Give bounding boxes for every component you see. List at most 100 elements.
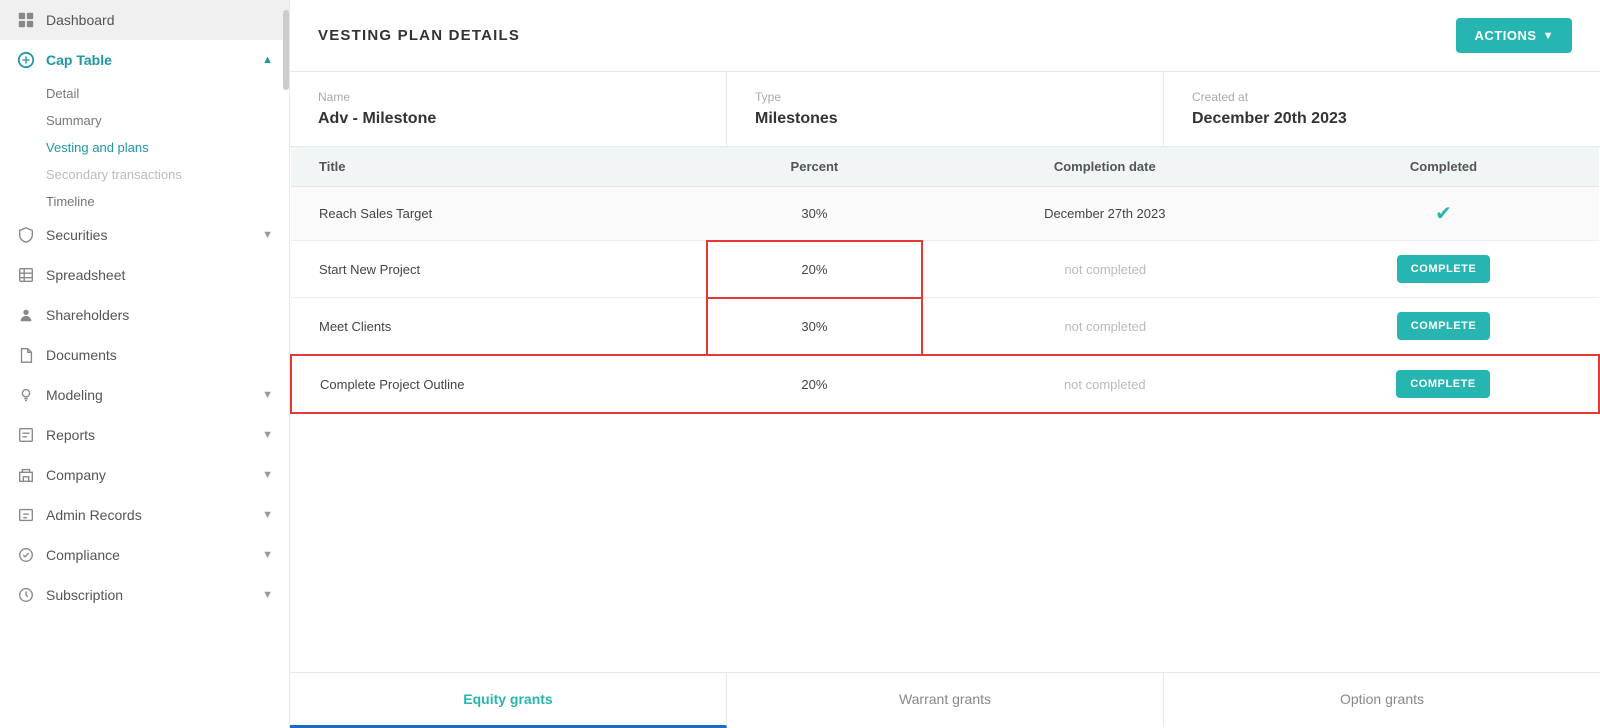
row-percent: 30%: [707, 187, 921, 241]
chevron-down-icon: ▼: [262, 469, 273, 481]
building-icon: [16, 465, 36, 485]
milestones-table: Title Percent Completion date Completed …: [290, 147, 1600, 414]
sidebar-item-securities[interactable]: Securities ▼: [0, 215, 289, 255]
tab-warrant-grants[interactable]: Warrant grants: [727, 673, 1164, 728]
sidebar: Dashboard Cap Table ▲ Detail Summary Ves…: [0, 0, 290, 728]
complete-button[interactable]: COMPLETE: [1396, 370, 1490, 398]
col-percent: Percent: [707, 147, 921, 187]
grid-icon: [16, 10, 36, 30]
row-completed: COMPLETE: [1288, 355, 1599, 413]
check-icon: ✔: [1435, 203, 1452, 225]
sidebar-item-documents[interactable]: Documents: [0, 335, 289, 375]
row-completion: not completed: [922, 298, 1289, 356]
person-icon: [16, 305, 36, 325]
row-percent: 20%: [707, 355, 921, 413]
chevron-down-icon: ▼: [262, 389, 273, 401]
info-type-label: Type: [755, 90, 1135, 104]
actions-label: ACTIONS: [1474, 28, 1536, 43]
shield-icon: [16, 225, 36, 245]
sheet-icon: [16, 265, 36, 285]
col-title: Title: [291, 147, 707, 187]
sidebar-item-label: Securities: [46, 227, 252, 243]
row-completion: not completed: [922, 241, 1289, 298]
table-row: Complete Project Outline 20% not complet…: [291, 355, 1599, 413]
subscription-icon: [16, 585, 36, 605]
row-completed: ✔: [1288, 187, 1599, 241]
sidebar-sub-menu: Detail Summary Vesting and plans Seconda…: [0, 80, 289, 215]
col-completed: Completed: [1288, 147, 1599, 187]
sidebar-item-company[interactable]: Company ▼: [0, 455, 289, 495]
main-content: VESTING PLAN DETAILS ACTIONS ▼ Name Adv …: [290, 0, 1600, 728]
page-header: VESTING PLAN DETAILS ACTIONS ▼: [290, 0, 1600, 72]
row-completed: COMPLETE: [1288, 241, 1599, 298]
report-icon: [16, 425, 36, 445]
sidebar-item-label: Dashboard: [46, 12, 273, 28]
info-created-label: Created at: [1192, 90, 1572, 104]
doc-icon: [16, 345, 36, 365]
admin-icon: [16, 505, 36, 525]
row-title: Meet Clients: [291, 298, 707, 356]
dropdown-arrow-icon: ▼: [1543, 30, 1554, 42]
info-type-value: Milestones: [755, 110, 1135, 128]
sidebar-item-label: Shareholders: [46, 307, 273, 323]
sidebar-item-label: Modeling: [46, 387, 252, 403]
bulb-icon: [16, 385, 36, 405]
row-title: Start New Project: [291, 241, 707, 298]
bottom-tabs: Equity grants Warrant grants Option gran…: [290, 672, 1600, 728]
chevron-down-icon: ▼: [262, 229, 273, 241]
table-row: Start New Project 20% not completed COMP…: [291, 241, 1599, 298]
tab-equity-grants[interactable]: Equity grants: [290, 673, 727, 728]
sidebar-item-dashboard[interactable]: Dashboard: [0, 0, 289, 40]
sidebar-item-label: Admin Records: [46, 507, 252, 523]
info-created: Created at December 20th 2023: [1164, 72, 1600, 146]
sidebar-sub-timeline[interactable]: Timeline: [46, 188, 289, 215]
table-area: Title Percent Completion date Completed …: [290, 147, 1600, 672]
sidebar-sub-vesting[interactable]: Vesting and plans: [46, 134, 289, 161]
info-name-label: Name: [318, 90, 698, 104]
sidebar-item-spreadsheet[interactable]: Spreadsheet: [0, 255, 289, 295]
complete-button[interactable]: COMPLETE: [1397, 255, 1491, 283]
row-title: Complete Project Outline: [291, 355, 707, 413]
info-created-value: December 20th 2023: [1192, 110, 1572, 128]
sidebar-item-label: Compliance: [46, 547, 252, 563]
sidebar-item-modeling[interactable]: Modeling ▼: [0, 375, 289, 415]
table-row: Meet Clients 30% not completed COMPLETE: [291, 298, 1599, 356]
table-icon: [16, 50, 36, 70]
page-title: VESTING PLAN DETAILS: [318, 27, 520, 44]
sidebar-item-label: Subscription: [46, 587, 252, 603]
row-completion: not completed: [922, 355, 1289, 413]
sidebar-item-shareholders[interactable]: Shareholders: [0, 295, 289, 335]
sidebar-item-label: Documents: [46, 347, 273, 363]
sidebar-item-admin-records[interactable]: Admin Records ▼: [0, 495, 289, 535]
actions-button[interactable]: ACTIONS ▼: [1456, 18, 1572, 53]
row-completion: December 27th 2023: [922, 187, 1289, 241]
row-completed: COMPLETE: [1288, 298, 1599, 356]
chevron-up-icon: ▲: [262, 54, 273, 66]
info-bar: Name Adv - Milestone Type Milestones Cre…: [290, 72, 1600, 147]
chevron-down-icon: ▼: [262, 509, 273, 521]
row-title: Reach Sales Target: [291, 187, 707, 241]
chevron-down-icon: ▼: [262, 549, 273, 561]
table-row: Reach Sales Target 30% December 27th 202…: [291, 187, 1599, 241]
chevron-down-icon: ▼: [262, 589, 273, 601]
tab-option-grants[interactable]: Option grants: [1164, 673, 1600, 728]
sidebar-sub-secondary: Secondary transactions: [46, 161, 289, 188]
info-name-value: Adv - Milestone: [318, 110, 698, 128]
sidebar-item-cap-table[interactable]: Cap Table ▲: [0, 40, 289, 80]
chevron-down-icon: ▼: [262, 429, 273, 441]
sidebar-item-compliance[interactable]: Compliance ▼: [0, 535, 289, 575]
complete-button[interactable]: COMPLETE: [1397, 312, 1491, 340]
sidebar-item-label: Company: [46, 467, 252, 483]
compliance-icon: [16, 545, 36, 565]
sidebar-item-subscription[interactable]: Subscription ▼: [0, 575, 289, 615]
sidebar-item-label: Reports: [46, 427, 252, 443]
sidebar-sub-detail[interactable]: Detail: [46, 80, 289, 107]
sidebar-item-reports[interactable]: Reports ▼: [0, 415, 289, 455]
sidebar-item-label: Cap Table: [46, 52, 252, 68]
info-name: Name Adv - Milestone: [290, 72, 727, 146]
row-percent: 30%: [707, 298, 921, 356]
row-percent: 20%: [707, 241, 921, 298]
sidebar-sub-summary[interactable]: Summary: [46, 107, 289, 134]
info-type: Type Milestones: [727, 72, 1164, 146]
sidebar-item-label: Spreadsheet: [46, 267, 273, 283]
